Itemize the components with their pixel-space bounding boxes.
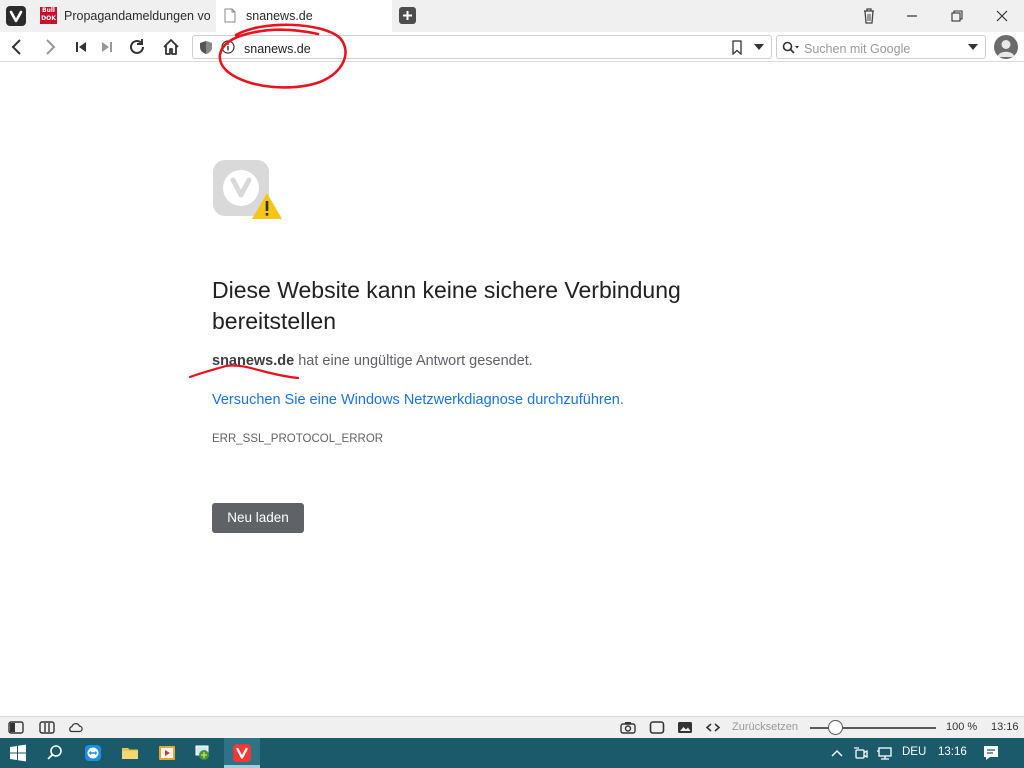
trash-button[interactable] (858, 6, 880, 26)
zoom-level: 100 % (946, 721, 978, 733)
trash-icon (864, 8, 874, 24)
chevron-left-icon (11, 39, 21, 55)
chevron-up-icon[interactable] (827, 743, 847, 763)
restore-button[interactable] (946, 6, 968, 26)
reload-icon (130, 39, 144, 54)
file-explorer-icon[interactable] (120, 743, 140, 763)
forward-button[interactable] (39, 36, 61, 58)
image-icon[interactable] (677, 720, 693, 735)
profile-avatar[interactable] (994, 35, 1018, 59)
error-description-text: hat eine ungültige Antwort gesendet. (294, 353, 533, 369)
vivaldi-menu-icon[interactable] (6, 6, 26, 26)
camera-icon[interactable] (620, 720, 636, 735)
network-app-icon[interactable] (193, 743, 213, 763)
error-host: snanews.de (212, 353, 295, 369)
page-tiling-icon[interactable] (649, 720, 665, 735)
home-icon (163, 39, 179, 55)
tab-title: Propagandameldungen von (64, 9, 210, 23)
error-code: ERR_SSL_PROTOCOL_ERROR (212, 433, 384, 445)
minimize-icon (907, 15, 917, 17)
bookmark-icon[interactable] (731, 40, 743, 55)
navigation-bar: snanews.de Suchen mit Google (0, 32, 1024, 62)
taskbar-clock[interactable]: 13:16 (938, 746, 967, 758)
logo-text-top: Bull (42, 7, 55, 14)
tab-snanews[interactable]: snanews.de (216, 0, 392, 32)
page-content (0, 63, 1024, 716)
teamviewer-icon[interactable] (83, 743, 103, 763)
tab-propagandameldungen[interactable]: Bull DOK Propagandameldungen von (34, 0, 214, 32)
vivaldi-icon[interactable] (232, 743, 252, 763)
media-player-icon[interactable] (157, 743, 177, 763)
bulldok-logo-icon: Bull DOK (40, 7, 57, 24)
meet-now-icon[interactable] (851, 743, 871, 763)
logo-text-bottom: DOK (41, 15, 56, 22)
close-button[interactable] (991, 6, 1013, 26)
minimize-button[interactable] (901, 6, 923, 26)
network-diagnose-link[interactable]: Versuchen Sie eine Windows Netzwerkdiagn… (212, 392, 624, 408)
rewind-icon (76, 42, 86, 52)
tab-title: snanews.de (246, 9, 313, 23)
fast-forward-button[interactable] (96, 36, 118, 58)
error-heading: Diese Website kann keine sichere Verbind… (212, 277, 681, 334)
page-actions-icon[interactable] (705, 720, 721, 735)
home-button[interactable] (160, 36, 182, 58)
chevron-right-icon (46, 39, 56, 55)
vivaldi-error-icon (213, 160, 282, 219)
restore-icon (951, 10, 963, 22)
chevron-down-icon[interactable] (968, 44, 978, 51)
search-field[interactable]: Suchen mit Google (776, 35, 986, 59)
page-icon (224, 8, 236, 23)
search-engine-icon[interactable] (782, 41, 800, 55)
windows-start-icon[interactable] (8, 743, 28, 763)
status-bar: Zurücksetzen 100 % 13:16 (0, 716, 1024, 738)
windows-taskbar: DEU 13:16 (0, 738, 1024, 768)
cloud-sync-icon[interactable] (67, 720, 83, 735)
user-icon (997, 40, 1015, 57)
tile-tabs-icon[interactable] (39, 720, 55, 735)
rewind-button[interactable] (70, 36, 92, 58)
search-placeholder: Suchen mit Google (804, 42, 911, 56)
reload-page-button[interactable]: Neu laden (212, 503, 304, 533)
reload-button[interactable] (126, 36, 148, 58)
zoom-reset-button[interactable]: Zurücksetzen (732, 721, 798, 733)
close-icon (996, 10, 1008, 22)
input-language[interactable]: DEU (902, 746, 926, 758)
status-clock: 13:16 (991, 721, 1019, 733)
new-tab-button[interactable] (399, 7, 416, 24)
chevron-down-icon[interactable] (754, 44, 764, 51)
notification-center-icon[interactable] (981, 743, 1001, 763)
plus-icon (403, 11, 412, 20)
volume-icon[interactable] (876, 743, 896, 763)
address-field[interactable]: snanews.de (192, 35, 772, 59)
error-description: snanews.de hat eine ungültige Antwort ge… (212, 353, 533, 369)
info-icon[interactable] (221, 40, 235, 54)
fast-forward-icon (102, 42, 112, 52)
tab-bar: Bull DOK Propagandameldungen von snanews… (0, 0, 1024, 32)
url-text[interactable]: snanews.de (244, 42, 311, 56)
shield-icon[interactable] (199, 40, 213, 55)
back-button[interactable] (6, 36, 28, 58)
search-icon[interactable] (45, 743, 65, 763)
panel-toggle-icon[interactable] (8, 720, 24, 735)
zoom-slider-thumb[interactable] (827, 720, 843, 735)
